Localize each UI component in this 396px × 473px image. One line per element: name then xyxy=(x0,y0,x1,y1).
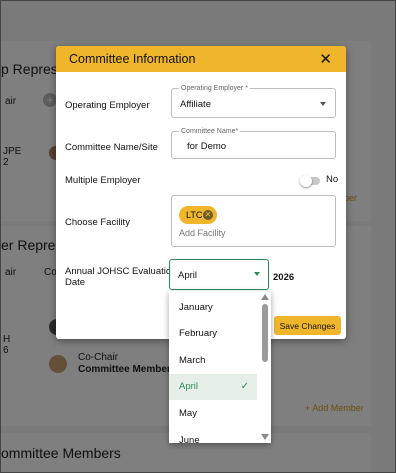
evaluation-month-value: April xyxy=(178,270,198,281)
scroll-down-arrow-icon[interactable] xyxy=(261,434,269,440)
choose-facility-label: Choose Facility xyxy=(65,217,130,228)
evaluation-date-label-line1: Annual JOHSC Evaluation xyxy=(65,266,177,277)
month-option-june[interactable]: June xyxy=(169,428,257,443)
multiple-employer-toggle-text: No xyxy=(326,174,339,185)
operating-employer-value: Affiliate xyxy=(180,99,211,110)
checkmark-icon: ✓ xyxy=(240,381,249,392)
month-option-april-label: April xyxy=(179,381,199,392)
toggle-knob xyxy=(300,175,312,187)
committee-name-field[interactable]: Committee Name* for Demo xyxy=(171,127,336,159)
operating-employer-select[interactable]: Operating Employer * Affiliate xyxy=(171,84,336,118)
committee-name-value: for Demo xyxy=(187,141,227,152)
chevron-down-icon xyxy=(320,102,326,106)
month-option-february[interactable]: February xyxy=(169,321,257,347)
evaluation-year: 2026 xyxy=(273,272,295,283)
save-changes-button[interactable]: Save Changes xyxy=(274,316,341,335)
month-option-april[interactable]: April ✓ xyxy=(169,374,257,400)
chevron-down-icon xyxy=(254,272,260,276)
screen: p Representa air + JPE 2 ber er Represe … xyxy=(0,0,396,473)
chip-remove-icon[interactable]: ✕ xyxy=(203,210,213,220)
add-facility-placeholder[interactable]: Add Facility xyxy=(179,228,226,238)
month-option-march[interactable]: March xyxy=(169,348,257,374)
facility-chip-label: LTC xyxy=(186,210,203,220)
dialog-header: Committee Information ✕ xyxy=(56,46,346,72)
scrollbar-thumb[interactable] xyxy=(262,304,268,362)
multiple-employer-toggle[interactable] xyxy=(300,175,320,187)
committee-name-legend: Committee Name* xyxy=(179,127,241,136)
facility-chip[interactable]: LTC ✕ xyxy=(179,206,217,224)
dropdown-scrollbar[interactable] xyxy=(259,291,271,443)
evaluation-month-select[interactable]: April xyxy=(169,259,269,290)
operating-employer-legend: Operating Employer * xyxy=(179,84,250,93)
close-icon[interactable]: ✕ xyxy=(319,52,332,67)
committee-name-label: Committee Name/Site xyxy=(65,142,158,153)
scroll-up-arrow-icon[interactable] xyxy=(261,294,269,300)
dialog-title: Committee Information xyxy=(69,52,196,66)
month-option-may[interactable]: May xyxy=(169,401,257,427)
month-option-january[interactable]: January xyxy=(169,295,257,321)
evaluation-date-label-line2: Date xyxy=(65,277,86,288)
month-dropdown-list: January February March April ✓ May June xyxy=(169,291,271,443)
multiple-employer-label: Multiple Employer xyxy=(65,175,141,186)
operating-employer-label: Operating Employer xyxy=(65,100,150,111)
